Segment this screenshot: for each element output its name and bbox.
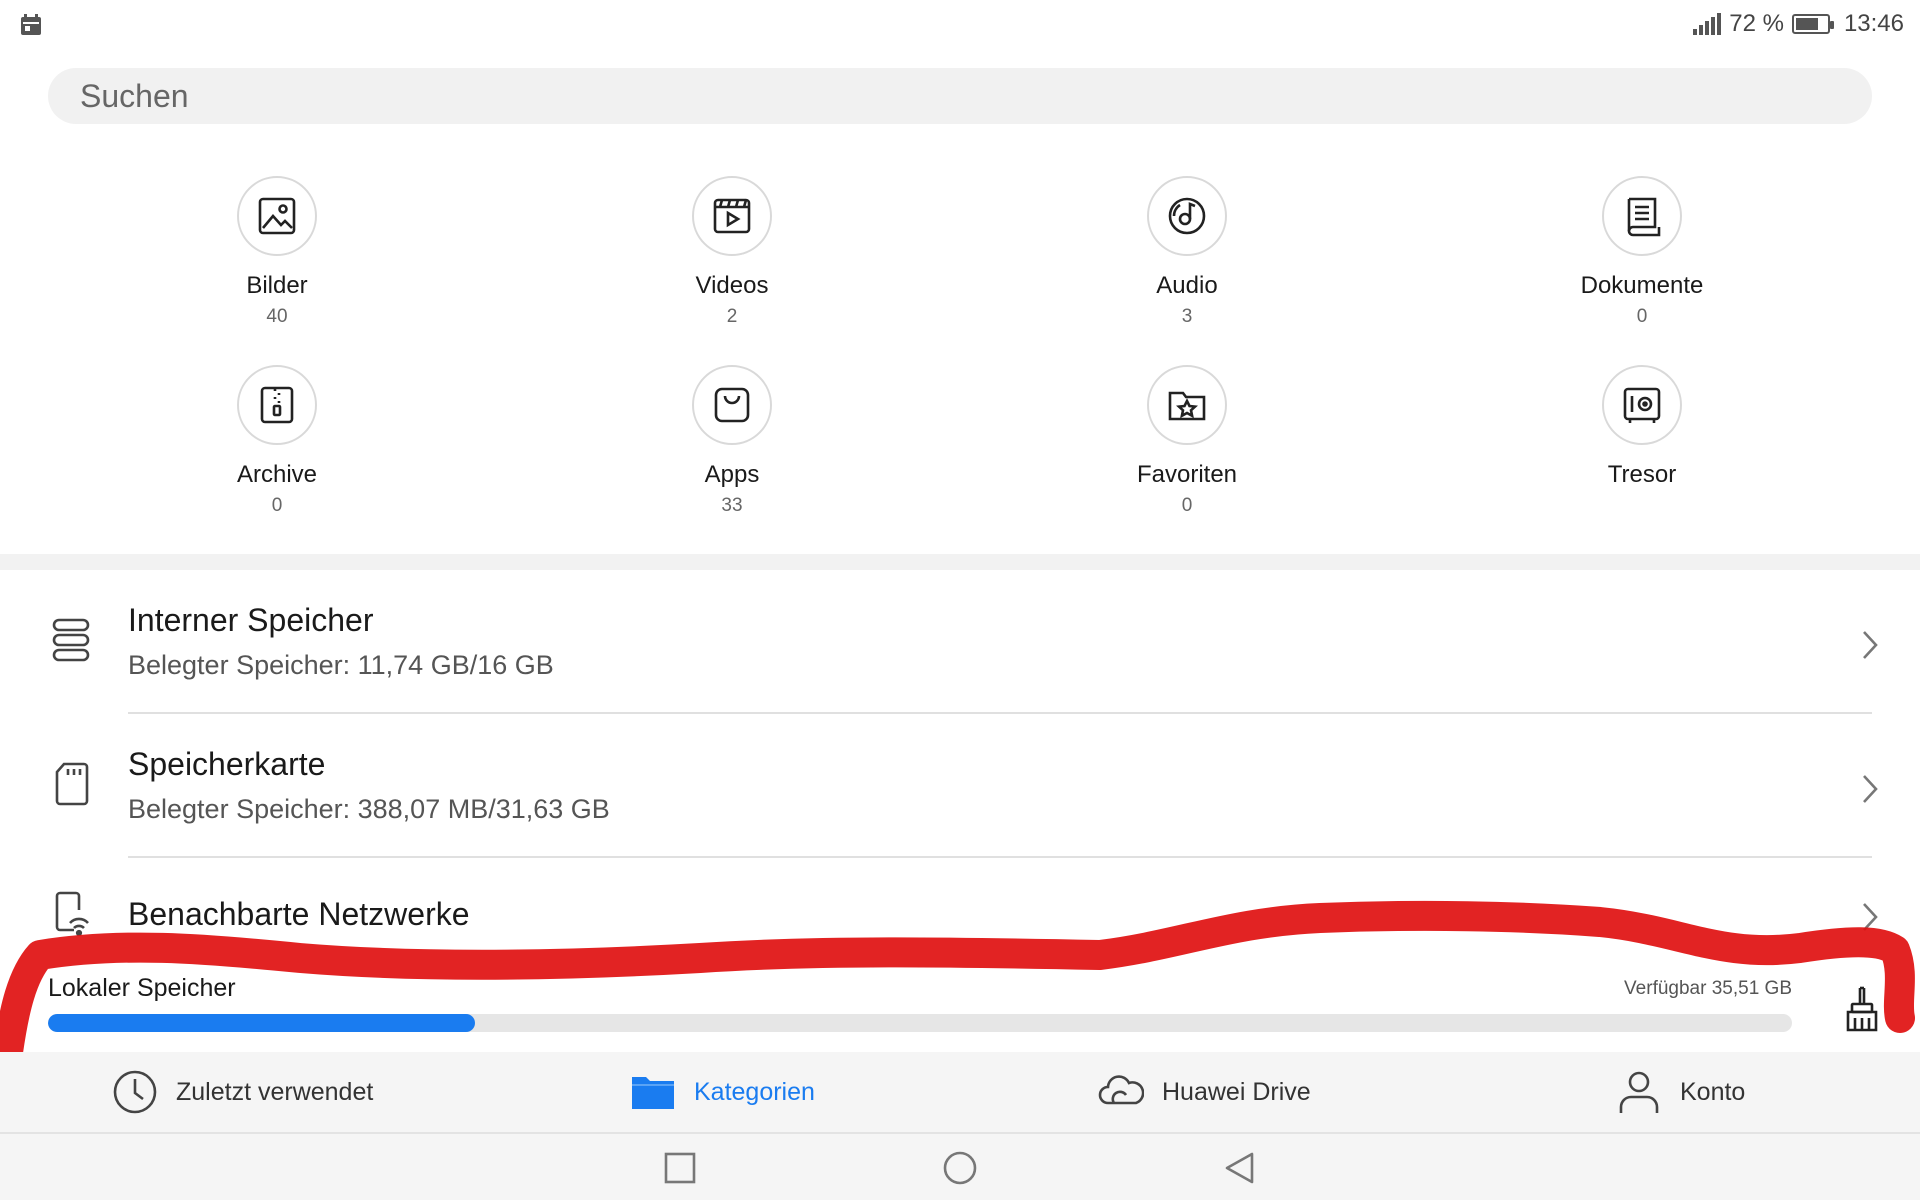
tab-label: Konto (1680, 1077, 1746, 1106)
category-icon-circle (1602, 365, 1682, 445)
category-icon-circle (1147, 365, 1227, 445)
category-icon-circle (692, 365, 772, 445)
list-item-internal-storage[interactable]: Interner Speicher Belegter Speicher: 11,… (0, 570, 1920, 714)
category-icon-circle (1147, 176, 1227, 256)
category-apps[interactable]: Apps 33 (582, 365, 882, 517)
category-icon-circle (692, 176, 772, 256)
triangle-back-icon[interactable] (1222, 1150, 1258, 1186)
category-dokumente[interactable]: Dokumente 0 (1492, 176, 1792, 328)
local-storage-label: Lokaler Speicher (48, 974, 236, 1002)
clock-time: 13:46 (1843, 10, 1904, 37)
bottom-tab-bar: Zuletzt verwendet Kategorien Huawei Driv… (0, 1052, 1920, 1132)
category-videos[interactable]: Videos 2 (582, 176, 882, 328)
category-label: Tresor (1607, 461, 1677, 488)
signal-icon (1693, 13, 1722, 35)
section-divider (0, 554, 1920, 570)
tab-huawei-drive[interactable]: Huawei Drive (1098, 1052, 1311, 1132)
battery-icon (1791, 14, 1834, 34)
category-label: Dokumente (1580, 272, 1704, 299)
category-label: Archive (236, 461, 318, 488)
category-tresor[interactable]: Tresor (1492, 365, 1792, 517)
category-count: 0 (1636, 306, 1648, 327)
calendar-icon (21, 14, 41, 35)
list-item-subtitle: Belegter Speicher: 388,07 MB/31,63 GB (128, 794, 610, 824)
category-archive[interactable]: Archive 0 (127, 365, 427, 517)
square-icon[interactable] (662, 1150, 698, 1186)
category-count: 40 (266, 306, 288, 327)
category-label: Audio (1156, 272, 1218, 299)
category-grid: Bilder 40 Videos 2 Audio 3 Dokumente 0 A… (0, 170, 1920, 550)
chevron-right-icon (1863, 775, 1878, 803)
category-count: 2 (726, 306, 738, 327)
system-navigation-bar (0, 1132, 1920, 1200)
local-storage-panel: Lokaler Speicher Verfügbar 35,51 GB (0, 958, 1920, 1052)
category-label: Bilder (246, 272, 308, 299)
tab-kategorien[interactable]: Kategorien (630, 1052, 815, 1132)
search-input[interactable]: Suchen (48, 68, 1872, 124)
category-count: 3 (1181, 306, 1193, 327)
category-label: Videos (695, 272, 769, 299)
category-label: Favoriten (1136, 461, 1238, 488)
broom-icon[interactable] (1840, 984, 1884, 1034)
tab-zuletzt-verwendet[interactable]: Zuletzt verwendet (112, 1052, 373, 1132)
music-disc-icon (1168, 197, 1206, 235)
status-bar: 72 % 13:46 (0, 0, 1920, 50)
list-item-title: Interner Speicher (128, 602, 374, 638)
image-icon (258, 197, 296, 235)
list-item-title: Benachbarte Netzwerke (128, 896, 470, 932)
tab-label: Zuletzt verwendet (176, 1077, 374, 1106)
storage-stack-icon (52, 618, 90, 662)
archive-icon (260, 386, 294, 424)
cloud-icon (1098, 1075, 1144, 1105)
tab-label: Kategorien (694, 1077, 815, 1106)
list-item-title: Speicherkarte (128, 746, 326, 782)
local-storage-progress (48, 1014, 1792, 1032)
category-icon-circle (1602, 176, 1682, 256)
category-count: 0 (1181, 495, 1193, 516)
circle-icon[interactable] (942, 1150, 978, 1186)
local-storage-progress-fill (48, 1014, 476, 1032)
chevron-right-icon (1863, 631, 1878, 659)
video-icon (713, 198, 751, 234)
category-icon-circle (237, 365, 317, 445)
shopping-bag-icon (714, 387, 750, 423)
category-count: 0 (271, 495, 283, 516)
chevron-right-icon (1863, 903, 1878, 931)
tab-label: Huawei Drive (1162, 1077, 1311, 1106)
person-icon (1619, 1071, 1659, 1113)
category-bilder[interactable]: Bilder 40 (127, 176, 427, 328)
search-placeholder: Suchen (80, 77, 189, 114)
category-audio[interactable]: Audio 3 (1037, 176, 1337, 328)
document-icon (1627, 197, 1661, 237)
phone-wifi-icon (55, 891, 89, 937)
list-item-subtitle: Belegter Speicher: 11,74 GB/16 GB (128, 650, 554, 680)
category-icon-circle (237, 176, 317, 256)
star-folder-icon (1168, 391, 1206, 421)
tab-konto[interactable]: Konto (1616, 1052, 1745, 1132)
folder-icon (632, 1077, 674, 1109)
safe-icon (1623, 387, 1661, 423)
sd-card-icon (55, 762, 89, 806)
local-storage-available: Verfügbar 35,51 GB (1624, 978, 1792, 999)
battery-percent: 72 % (1729, 10, 1784, 37)
category-count: 33 (721, 495, 743, 516)
clock-icon (113, 1070, 157, 1114)
list-item-nearby-networks[interactable]: Benachbarte Netzwerke (0, 858, 1920, 958)
list-item-sd-card[interactable]: Speicherkarte Belegter Speicher: 388,07 … (0, 714, 1920, 858)
category-label: Apps (704, 461, 760, 488)
category-favoriten[interactable]: Favoriten 0 (1037, 365, 1337, 517)
